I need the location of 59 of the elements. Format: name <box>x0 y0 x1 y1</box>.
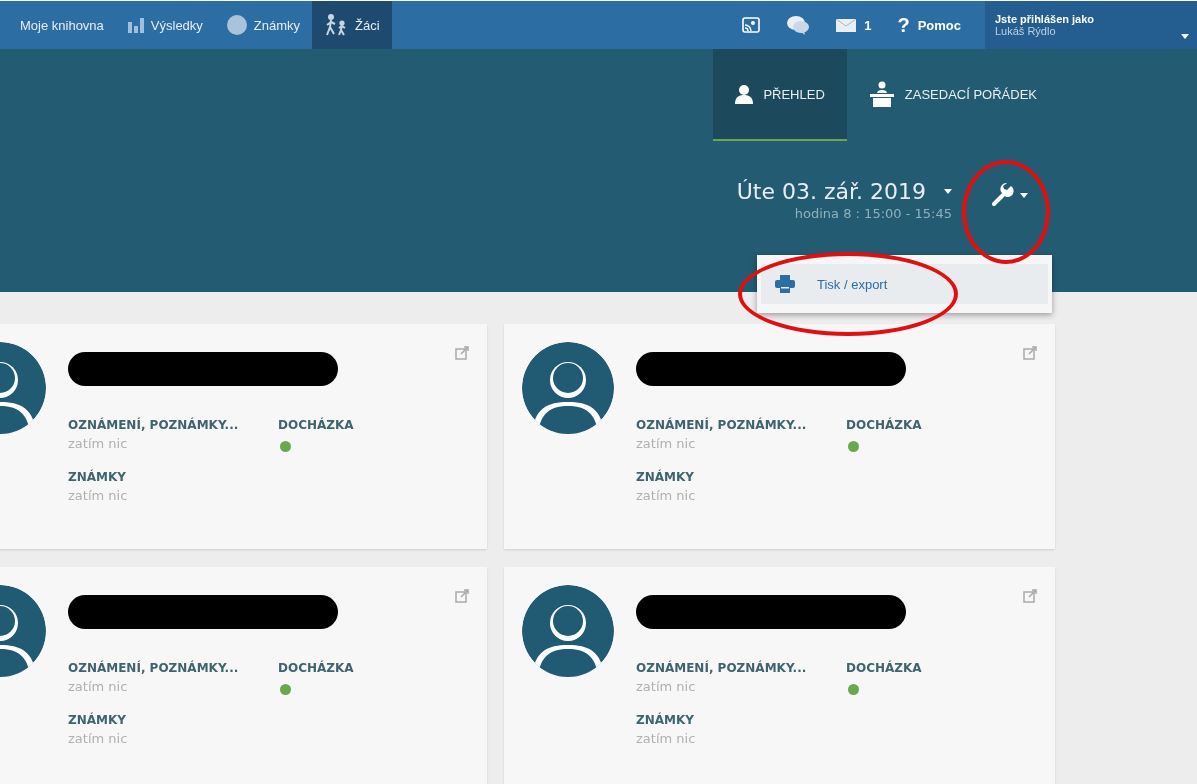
field-label: OZNÁMENÍ, POZNÁMKY... <box>68 661 240 675</box>
field-label: DOCHÁZKA <box>846 661 923 675</box>
field-value: zatím nic <box>68 731 129 746</box>
field-value: zatím nic <box>68 436 129 452</box>
date-picker[interactable]: Úte 03. zář. 2019 <box>736 179 952 204</box>
nav-tab[interactable]: Žáci <box>312 1 392 49</box>
field-label: DOCHÁZKA <box>846 418 923 432</box>
field-value: zatím nic <box>68 488 129 503</box>
caret-icon <box>1181 34 1189 39</box>
nav-tab[interactable]: Výsledky <box>115 1 215 49</box>
status-dot <box>280 441 291 452</box>
external-link-icon <box>1023 346 1037 360</box>
nav-tab[interactable]: Známky <box>214 1 313 49</box>
external-link-icon <box>455 589 469 603</box>
toolbar-button[interactable]: 1 <box>836 17 872 33</box>
menu-item[interactable]: Tisk / export <box>761 264 1048 304</box>
field-label: ZNÁMKY <box>68 713 127 727</box>
envelope-icon <box>836 18 857 32</box>
toolbar-button[interactable] <box>742 17 761 33</box>
round-badge-icon <box>226 15 247 35</box>
question-mark-icon: ? <box>897 13 910 37</box>
help-button[interactable]: ? Pomoc <box>897 13 961 37</box>
lesson-time: hodina 8 : 15:00 - 15:45 <box>794 206 952 221</box>
field-value: zatím nic <box>636 436 697 452</box>
field-value: zatím nic <box>636 679 697 695</box>
field-value: zatím nic <box>636 731 697 746</box>
login-caption: Jste přihlášen jako <box>995 13 1095 25</box>
field-label: OZNÁMENÍ, POZNÁMKY... <box>636 661 808 675</box>
field-label: DOCHÁZKA <box>278 418 355 432</box>
status-dot <box>848 441 859 452</box>
field-label: ZNÁMKY <box>636 713 695 727</box>
caret-icon <box>1020 192 1028 198</box>
printer-icon <box>775 275 795 293</box>
chat-bubbles-icon <box>786 15 811 35</box>
external-link-icon <box>1023 589 1037 603</box>
external-link-icon <box>455 346 469 360</box>
toolbar-button[interactable] <box>786 15 811 35</box>
field-label: OZNÁMENÍ, POZNÁMKY... <box>636 418 808 432</box>
caret-icon <box>944 189 952 194</box>
nav-tab[interactable]: Moje knihovna <box>8 1 116 49</box>
user-name: Lukáš Rýdlo <box>995 25 1056 37</box>
view-tab[interactable]: ZASEDACÍ POŘÁDEK <box>846 49 1059 141</box>
view-tab[interactable]: PŘEHLED <box>713 49 847 141</box>
field-label: ZNÁMKY <box>636 470 695 484</box>
avatar-icon <box>522 342 614 434</box>
bar-chart-icon <box>127 17 144 33</box>
field-label: OZNÁMENÍ, POZNÁMKY... <box>68 418 240 432</box>
wrench-icon <box>990 183 1014 207</box>
field-label: DOCHÁZKA <box>278 661 355 675</box>
status-dot <box>280 684 291 695</box>
person-icon <box>735 84 754 104</box>
desk-icon <box>868 81 895 107</box>
avatar-icon <box>522 585 614 677</box>
status-dot <box>848 684 859 695</box>
field-value: zatím nic <box>636 488 697 503</box>
field-value: zatím nic <box>68 679 129 695</box>
user-menu[interactable]: Jste přihlášen jako Lukáš Rýdlo <box>985 1 1197 49</box>
screen-cast-icon <box>742 17 761 33</box>
field-label: ZNÁMKY <box>68 470 127 484</box>
